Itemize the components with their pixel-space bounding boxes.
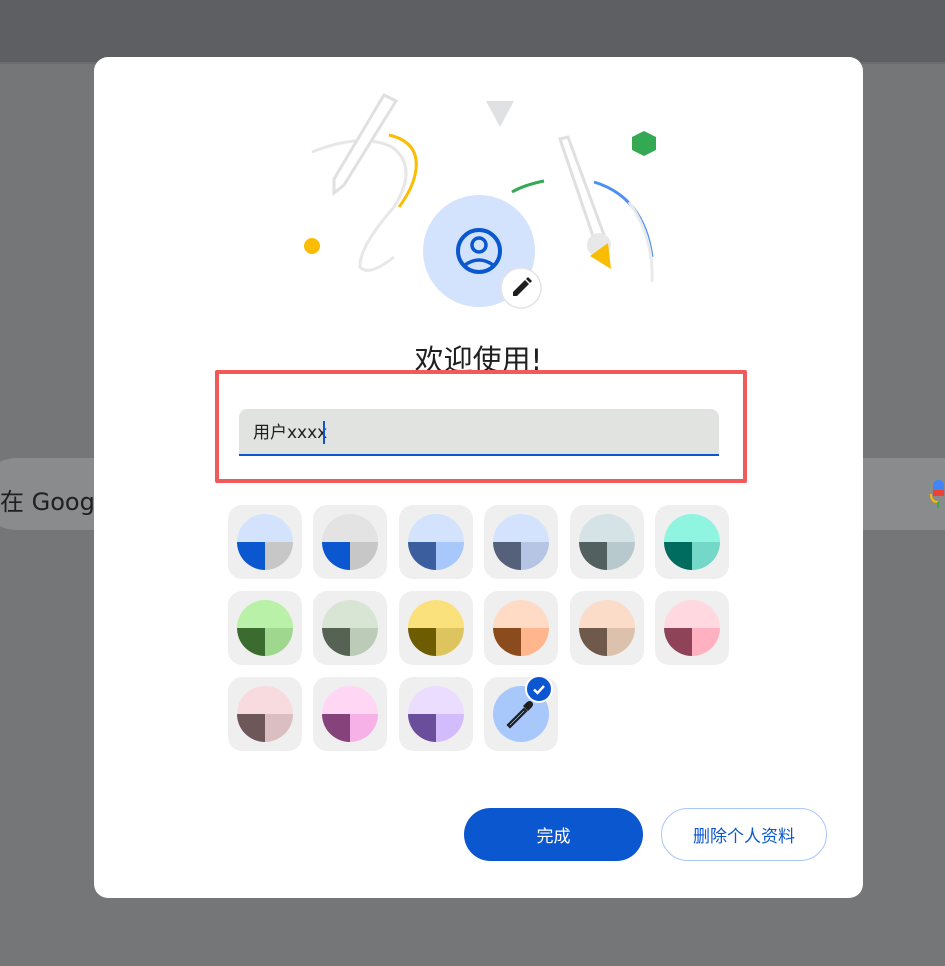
mic-icon	[930, 480, 944, 508]
delete-profile-button[interactable]: 删除个人资料	[661, 808, 827, 861]
custom-color-swatch[interactable]	[484, 675, 559, 751]
paintbrush-icon	[558, 135, 611, 269]
color-swatch-orange[interactable]	[484, 591, 559, 665]
color-swatch-peach[interactable]	[569, 591, 644, 665]
browser-toolbar	[0, 0, 945, 62]
light-arc	[627, 201, 654, 283]
profile-customization-dialog: 欢迎使用! 完成 删除个人资料	[94, 57, 863, 898]
color-swatch-rose[interactable]	[655, 591, 729, 665]
green-arc	[511, 179, 545, 194]
selected-check-icon	[525, 675, 554, 703]
grey-triangle	[486, 101, 514, 127]
color-swatch-lavender[interactable]	[398, 677, 473, 751]
yellow-arc	[388, 133, 418, 208]
profile-name-field[interactable]	[239, 409, 719, 456]
color-swatch-yellow[interactable]	[398, 591, 473, 665]
color-swatch-default-blue-grey[interactable]	[228, 505, 302, 579]
edit-avatar-button	[500, 267, 542, 309]
done-button[interactable]: 完成	[464, 808, 643, 861]
color-swatch-grey[interactable]	[313, 505, 388, 579]
text-caret	[323, 421, 325, 444]
color-swatch-mauve[interactable]	[228, 677, 302, 751]
welcome-illustration	[304, 93, 656, 311]
profile-name-input[interactable]	[253, 422, 693, 444]
color-swatch-magenta[interactable]	[313, 677, 388, 751]
color-swatch-teal[interactable]	[655, 505, 729, 579]
green-hexagon	[632, 131, 656, 156]
background-search-text: 在 Googl	[0, 488, 102, 516]
color-swatch-sage[interactable]	[313, 591, 388, 665]
color-swatch-green[interactable]	[228, 591, 302, 665]
theme-color-grid	[228, 505, 738, 755]
color-swatch-blue-grey[interactable]	[569, 505, 644, 579]
color-swatch-blue[interactable]	[398, 505, 473, 579]
yellow-dot	[304, 238, 320, 254]
color-swatch-slate[interactable]	[484, 505, 559, 579]
